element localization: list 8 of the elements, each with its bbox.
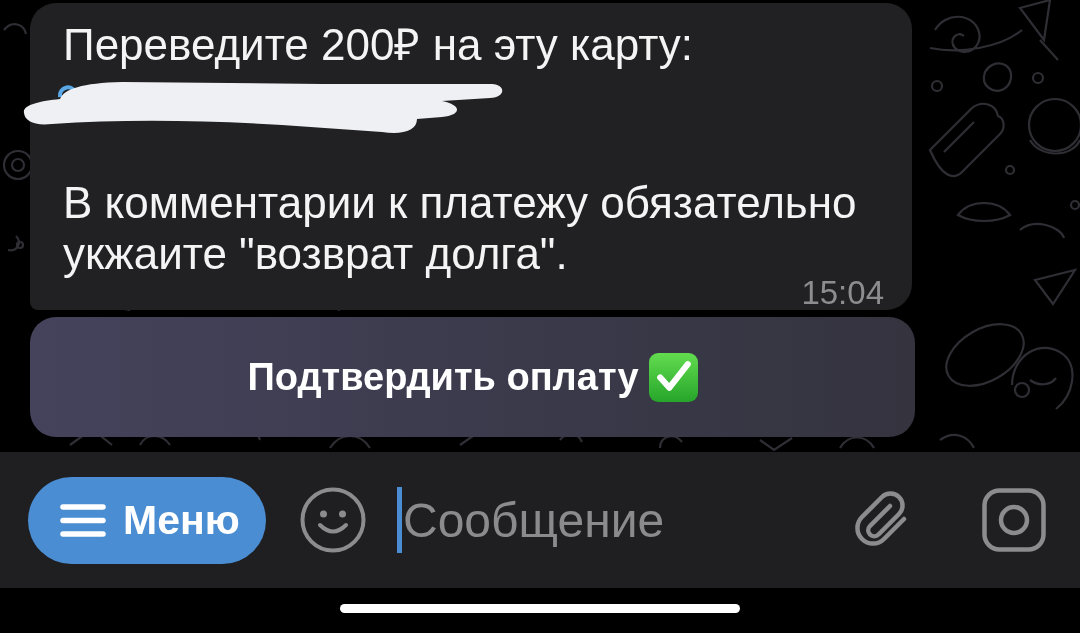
message-text: Переведите 200₽ на эту карту: (63, 19, 694, 70)
emoji-icon[interactable] (300, 487, 366, 553)
menu-icon (60, 503, 106, 537)
check-mark-icon (648, 352, 698, 402)
message-time: 15:04 (801, 279, 884, 307)
inline-keyboard-button[interactable]: Подтвердить оплату (30, 317, 915, 437)
message-text: В комментарии к платежу обязательно укжаите "возврат долга". (63, 177, 858, 279)
camera-icon[interactable] (982, 488, 1046, 552)
